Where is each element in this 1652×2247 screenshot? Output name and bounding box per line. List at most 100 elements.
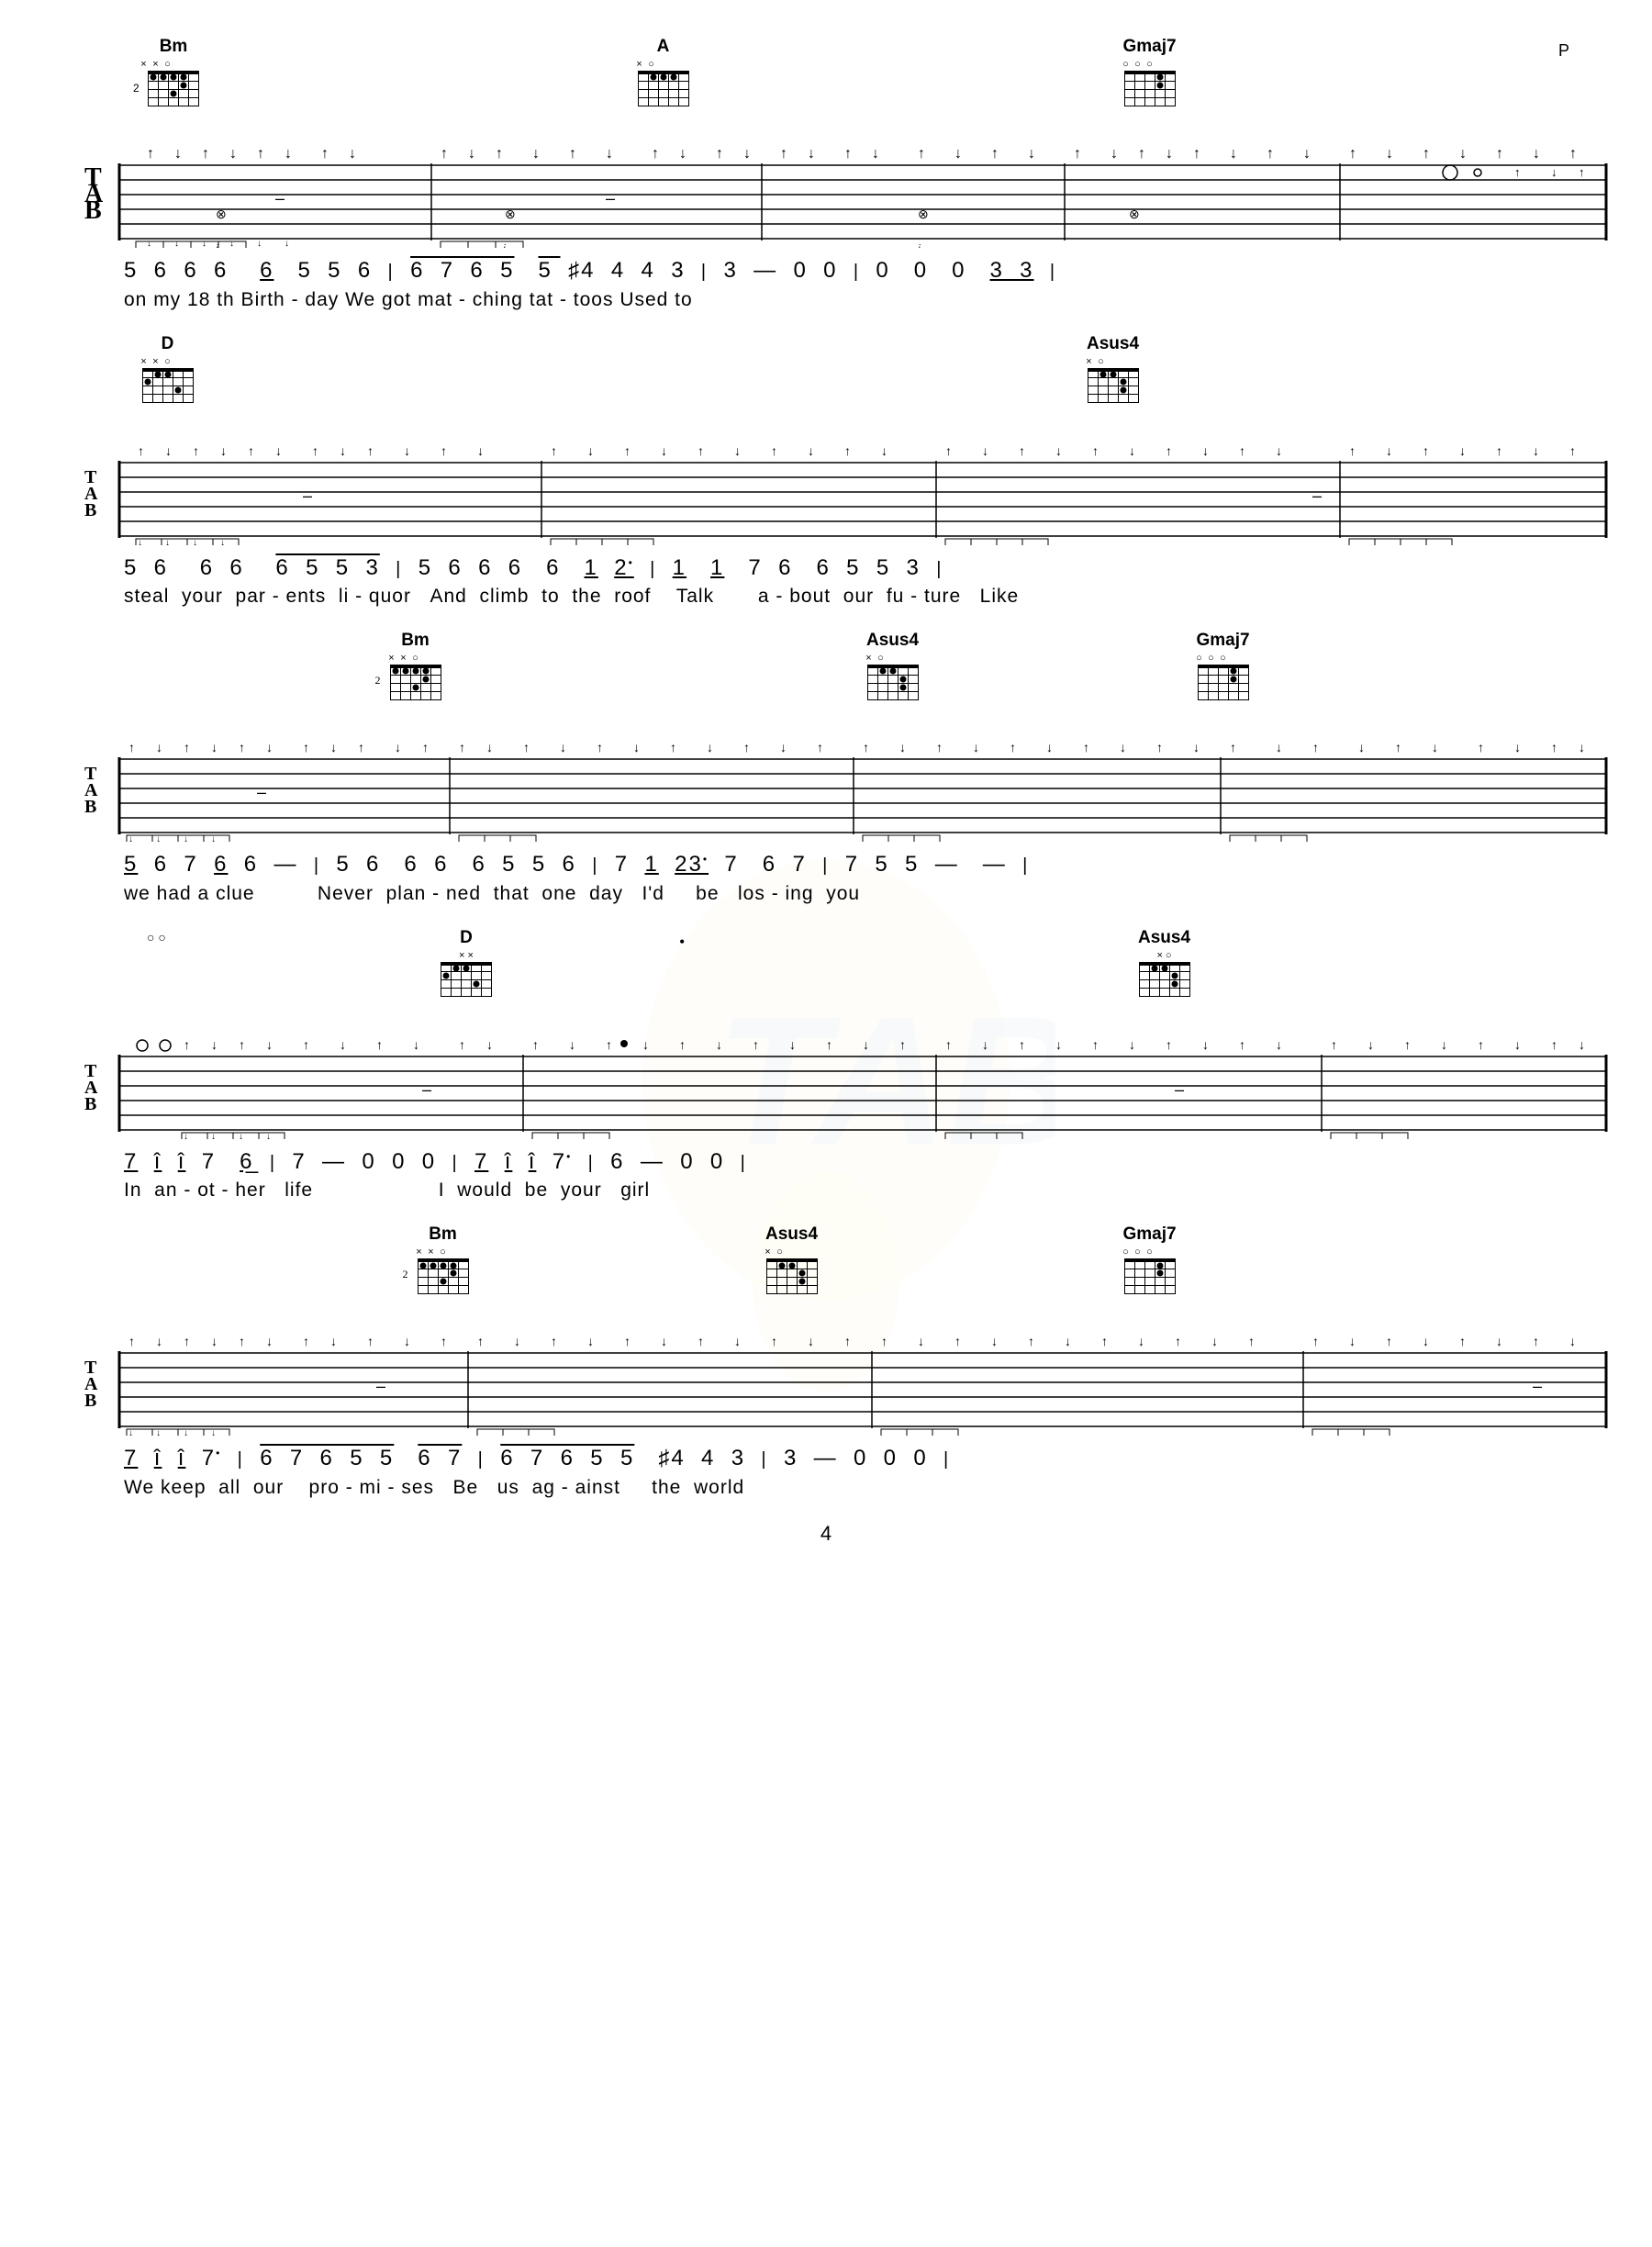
svg-text:↑: ↑ bbox=[128, 1334, 135, 1348]
numbers-line-5: 7 î î 7• | 6 7 6 5 5 6 7 | 6 7 6 5 5 ♯4 … bbox=[73, 1443, 1579, 1474]
page: TAB Bm × × ○ 2 bbox=[0, 0, 1652, 2247]
chord-name: Bm bbox=[160, 37, 188, 57]
lyrics-line-1: on my 18 th Birth - day We got mat - chi… bbox=[73, 289, 1579, 311]
svg-text:↑: ↑ bbox=[184, 1037, 190, 1052]
svg-text:↓: ↓ bbox=[1533, 146, 1540, 162]
svg-text:↑: ↑ bbox=[826, 1037, 832, 1052]
svg-text:↓: ↓ bbox=[1202, 1037, 1209, 1052]
chord-name: Asus4 bbox=[1138, 928, 1190, 948]
svg-text:↓: ↓ bbox=[229, 239, 234, 248]
svg-text:↑: ↑ bbox=[1083, 740, 1089, 755]
lyrics-line-4: In an - ot - her life I would be your gi… bbox=[73, 1179, 1579, 1202]
svg-text:↓: ↓ bbox=[1386, 443, 1392, 458]
svg-text:↓: ↓ bbox=[1276, 1037, 1282, 1052]
svg-text:–: – bbox=[1533, 1377, 1542, 1395]
svg-text:↑: ↑ bbox=[1193, 146, 1200, 162]
svg-text:↑: ↑ bbox=[1074, 146, 1081, 162]
svg-text:↑: ↑ bbox=[991, 146, 999, 162]
chord-asus4-2: Asus4 × ○ bbox=[1083, 334, 1143, 404]
svg-text:↓: ↓ bbox=[395, 740, 401, 755]
svg-text:↓: ↓ bbox=[1367, 1037, 1374, 1052]
svg-text:↓: ↓ bbox=[1055, 1037, 1062, 1052]
svg-text:↑: ↑ bbox=[239, 1334, 245, 1348]
num-1: 5 6 6 6 bbox=[124, 258, 228, 283]
chord-name: Asus4 bbox=[866, 631, 919, 651]
svg-text:↑: ↑ bbox=[1166, 1037, 1172, 1052]
svg-text:↓: ↓ bbox=[734, 1334, 741, 1348]
svg-text:↓: ↓ bbox=[1129, 443, 1135, 458]
svg-text:↑: ↑ bbox=[202, 146, 209, 162]
svg-text:↓: ↓ bbox=[404, 443, 410, 458]
svg-text:↑: ↑ bbox=[918, 146, 925, 162]
p-label: P bbox=[1558, 41, 1569, 61]
svg-text:↑: ↑ bbox=[459, 1037, 465, 1052]
svg-text:↓: ↓ bbox=[1514, 1037, 1521, 1052]
svg-text:↑: ↑ bbox=[1156, 740, 1163, 755]
svg-text:↓: ↓ bbox=[872, 146, 879, 162]
svg-text:↑: ↑ bbox=[1019, 1037, 1025, 1052]
svg-text:↑: ↑ bbox=[1239, 443, 1245, 458]
svg-text:↓: ↓ bbox=[743, 146, 751, 162]
staff-svg-1: T A B ↑ ↓ ↑ ↓ ↑ ↓ ↑ ↓ ↓ ↓ bbox=[73, 138, 1615, 248]
svg-text:↓: ↓ bbox=[266, 1334, 273, 1348]
chord-tops: × ○ bbox=[1083, 356, 1143, 367]
svg-text:↓: ↓ bbox=[808, 146, 815, 162]
svg-text:–: – bbox=[303, 486, 312, 505]
svg-text:↓: ↓ bbox=[1211, 1334, 1218, 1348]
svg-text:↑: ↑ bbox=[193, 443, 199, 458]
svg-text:↑: ↑ bbox=[1239, 1037, 1245, 1052]
svg-text:↑: ↑ bbox=[523, 740, 530, 755]
num-8: 0 0 0 bbox=[876, 258, 981, 283]
svg-text:↑: ↑ bbox=[945, 443, 952, 458]
svg-text:↓: ↓ bbox=[468, 146, 475, 162]
lyrics-line-5: We keep all our pro - mi - ses Be us ag … bbox=[73, 1477, 1579, 1499]
svg-text:↓: ↓ bbox=[514, 1334, 520, 1348]
svg-text:↑: ↑ bbox=[257, 146, 264, 162]
svg-text:↓: ↓ bbox=[340, 1037, 346, 1052]
svg-text:↓: ↓ bbox=[1514, 740, 1521, 755]
svg-text:i: i bbox=[503, 242, 506, 248]
svg-text:↑: ↑ bbox=[743, 740, 750, 755]
svg-text:↓: ↓ bbox=[532, 146, 540, 162]
svg-text:↑: ↑ bbox=[128, 740, 135, 755]
svg-text:↓: ↓ bbox=[285, 239, 289, 248]
staff-svg-4: T A B ↑ ↓ ↑ ↓ ↑ ↓ bbox=[73, 1029, 1615, 1139]
svg-text:↑: ↑ bbox=[1579, 165, 1585, 179]
chord-gmaj7-5: Gmaj7 ○ ○ ○ bbox=[1120, 1224, 1179, 1294]
svg-text:↓: ↓ bbox=[881, 443, 887, 458]
svg-text:↓: ↓ bbox=[982, 1037, 988, 1052]
svg-text:↑: ↑ bbox=[844, 1334, 851, 1348]
svg-text:↑: ↑ bbox=[551, 1334, 557, 1348]
svg-text:↑: ↑ bbox=[844, 146, 852, 162]
svg-text:↑: ↑ bbox=[1404, 1037, 1411, 1052]
staff-svg-5: T A B ↑ ↓ ↑ ↓ ↑ ↓ ↑ ↓ ↑ ↓ bbox=[73, 1325, 1615, 1436]
svg-text:↑: ↑ bbox=[1028, 1334, 1034, 1348]
svg-text:↓: ↓ bbox=[211, 1037, 218, 1052]
svg-text:↑: ↑ bbox=[863, 740, 869, 755]
svg-text:↑: ↑ bbox=[844, 443, 851, 458]
svg-text:↓: ↓ bbox=[661, 443, 667, 458]
numbers-line-3: 5 6 7 6 6 — | 5 6 6 6 6 5 5 6 | 7 1 23• … bbox=[73, 849, 1579, 880]
chord-name: Gmaj7 bbox=[1122, 37, 1176, 57]
svg-text:↑: ↑ bbox=[239, 740, 245, 755]
chord-asus4-4: Asus4 × ○ bbox=[1138, 928, 1190, 998]
svg-text:–: – bbox=[1175, 1080, 1184, 1099]
svg-text:↓: ↓ bbox=[1046, 740, 1053, 755]
tab-staff-3: T A B ↑ ↓ ↑ ↓ ↑ ↓ ↑ ↓ ↑ ↓ bbox=[73, 732, 1579, 842]
svg-text:↓: ↓ bbox=[587, 1334, 594, 1348]
svg-text:↓: ↓ bbox=[808, 1334, 814, 1348]
svg-text:↑: ↑ bbox=[679, 1037, 686, 1052]
svg-text:↓: ↓ bbox=[973, 740, 979, 755]
svg-text:↑: ↑ bbox=[459, 740, 465, 755]
svg-text:–: – bbox=[422, 1080, 431, 1099]
svg-text:↓: ↓ bbox=[587, 443, 594, 458]
svg-text:↑: ↑ bbox=[698, 443, 704, 458]
svg-text:↓: ↓ bbox=[202, 239, 206, 248]
svg-text:↓: ↓ bbox=[174, 146, 182, 162]
content: Bm × × ○ 2 bbox=[73, 37, 1579, 1546]
svg-text:↓: ↓ bbox=[1423, 1334, 1429, 1348]
svg-text:↓: ↓ bbox=[1028, 146, 1035, 162]
chord-name: Asus4 bbox=[765, 1224, 818, 1245]
svg-text:↑: ↑ bbox=[1423, 146, 1430, 162]
svg-text:↑: ↑ bbox=[1230, 740, 1236, 755]
